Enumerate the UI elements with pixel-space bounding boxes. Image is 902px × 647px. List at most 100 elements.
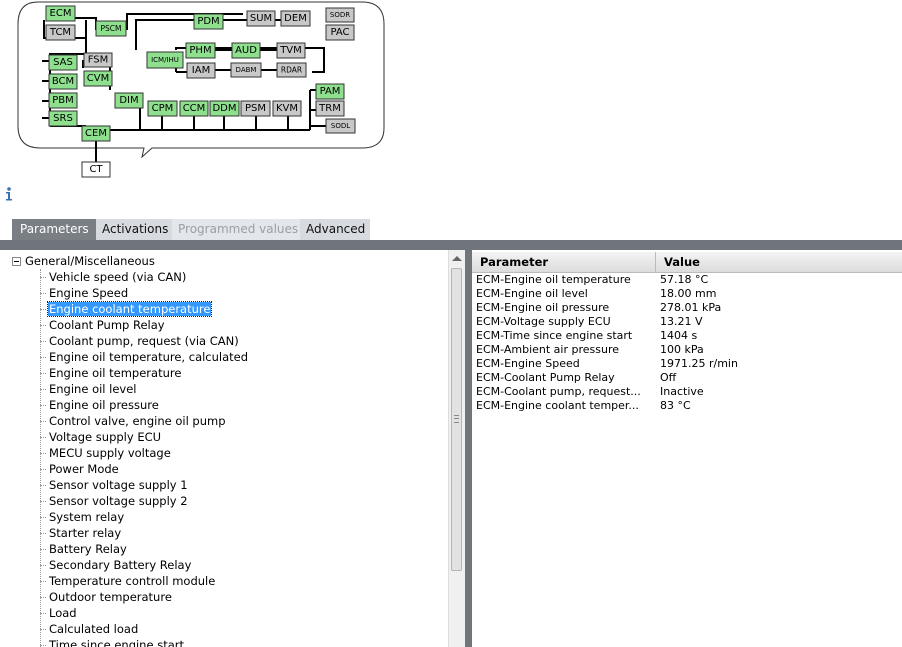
node-cpm[interactable]: CPM: [147, 100, 178, 117]
node-ct[interactable]: CT: [81, 161, 111, 178]
node-sum[interactable]: SUM: [246, 10, 276, 27]
node-tvm[interactable]: TVM: [276, 42, 306, 59]
tree-item[interactable]: Engine oil temperature: [40, 365, 182, 381]
node-cvm[interactable]: CVM: [83, 70, 113, 87]
svg-text:PDM: PDM: [197, 16, 219, 27]
scrollbar-thumb[interactable]: [451, 268, 462, 571]
tree-item[interactable]: Outdoor temperature: [40, 589, 173, 605]
panel-splitter[interactable]: [465, 250, 472, 647]
tab-activations[interactable]: Activations: [96, 219, 172, 240]
scroll-up-arrow-icon[interactable]: [452, 256, 462, 261]
node-sodl[interactable]: SODL: [325, 118, 356, 134]
tree-item[interactable]: System relay: [40, 509, 125, 525]
tree-item[interactable]: Coolant Pump Relay: [40, 317, 166, 333]
table-row[interactable]: ECM-Ambient air pressure 100 kPa: [472, 343, 902, 357]
table-row[interactable]: ECM-Voltage supply ECU 13.21 V: [472, 315, 902, 329]
node-rdar[interactable]: RDAR: [276, 62, 307, 78]
node-ccm[interactable]: CCM: [179, 100, 209, 117]
node-srs[interactable]: SRS: [48, 110, 78, 127]
tree-item[interactable]: Sensor voltage supply 1: [40, 477, 189, 493]
node-dabm[interactable]: DABM: [230, 62, 262, 78]
column-header-parameter[interactable]: Parameter: [472, 252, 656, 272]
cell-value: 57.18 °C: [660, 273, 709, 286]
cell-parameter: ECM-Engine coolant temper...: [476, 399, 639, 412]
cell-parameter: ECM-Coolant Pump Relay: [476, 371, 615, 384]
node-ddm[interactable]: DDM: [209, 100, 240, 117]
tree-item[interactable]: Control valve, engine oil pump: [40, 413, 227, 429]
tree-root-node[interactable]: General/Miscellaneous: [12, 253, 155, 269]
tree-item[interactable]: MECU supply voltage: [40, 445, 172, 461]
node-sodr[interactable]: SODR: [325, 7, 355, 23]
table-row[interactable]: ECM-Coolant pump, request... Inactive: [472, 385, 902, 399]
collapse-icon[interactable]: [12, 257, 21, 266]
table-row[interactable]: ECM-Time since engine start 1404 s: [472, 329, 902, 343]
tree-item-label: Control valve, engine oil pump: [49, 414, 226, 428]
table-row[interactable]: ECM-Engine Speed 1971.25 r/min: [472, 357, 902, 371]
info-icon[interactable]: [2, 186, 16, 202]
node-pam[interactable]: PAM: [315, 83, 345, 100]
tree-item-label: Battery Relay: [49, 542, 127, 556]
tab-programmed-values-label: Programmed values: [178, 222, 299, 236]
tree-item-label: Load: [49, 606, 77, 620]
node-kvm[interactable]: KVM: [272, 100, 302, 117]
node-trm[interactable]: TRM: [315, 100, 345, 117]
parameter-tree[interactable]: General/Miscellaneous Vehicle speed (via…: [0, 250, 466, 647]
node-dim[interactable]: DIM: [114, 92, 144, 109]
table-row[interactable]: ECM-Engine oil pressure 278.01 kPa: [472, 301, 902, 315]
node-fsm[interactable]: FSM: [83, 52, 113, 68]
node-tcm[interactable]: TCM: [45, 24, 76, 41]
node-pbm[interactable]: PBM: [48, 92, 78, 109]
svg-text:SUM: SUM: [250, 13, 272, 24]
node-pdm[interactable]: PDM: [193, 13, 224, 30]
node-ecm[interactable]: ECM: [45, 5, 76, 22]
tree-item[interactable]: Engine oil temperature, calculated: [40, 349, 249, 365]
node-sas[interactable]: SAS: [48, 54, 78, 71]
svg-text:CEM: CEM: [85, 128, 107, 139]
tree-item[interactable]: Starter relay: [40, 525, 122, 541]
tree-item[interactable]: Engine oil level: [40, 381, 138, 397]
tree-connector: [40, 533, 46, 534]
table-row[interactable]: ECM-Engine oil temperature 57.18 °C: [472, 273, 902, 287]
tree-connector: [40, 293, 46, 294]
svg-text:SODL: SODL: [331, 122, 350, 130]
tree-item[interactable]: Voltage supply ECU: [40, 429, 162, 445]
node-cem[interactable]: CEM: [81, 125, 111, 142]
tree-item[interactable]: Calculated load: [40, 621, 139, 637]
node-pscm[interactable]: PSCM: [95, 20, 127, 37]
node-icm-ihu[interactable]: ICM/IHU: [146, 51, 184, 69]
tree-item[interactable]: Engine Speed: [40, 285, 129, 301]
tree-item[interactable]: Coolant pump, request (via CAN): [40, 333, 240, 349]
tree-item[interactable]: Vehicle speed (via CAN): [40, 269, 187, 285]
tab-advanced-label: Advanced: [306, 222, 366, 236]
tree-item[interactable]: Time since engine start: [40, 637, 185, 647]
node-pac[interactable]: PAC: [325, 24, 355, 41]
node-aud[interactable]: AUD: [231, 42, 261, 59]
tree-item-label: Temperature controll module: [49, 574, 216, 588]
table-row[interactable]: ECM-Engine coolant temper... 83 °C: [472, 399, 902, 413]
cell-parameter: ECM-Engine oil temperature: [476, 273, 631, 286]
node-iam[interactable]: IAM: [186, 62, 216, 79]
tree-item[interactable]: Power Mode: [40, 461, 120, 477]
tree-item[interactable]: Load: [40, 605, 78, 621]
node-psm[interactable]: PSM: [240, 100, 271, 117]
tree-item[interactable]: Engine oil pressure: [40, 397, 160, 413]
svg-text:ICM/IHU: ICM/IHU: [151, 56, 179, 64]
tree-item[interactable]: Secondary Battery Relay: [40, 557, 192, 573]
table-row[interactable]: ECM-Coolant Pump Relay Off: [472, 371, 902, 385]
node-dem[interactable]: DEM: [280, 10, 311, 27]
svg-text:PAC: PAC: [330, 27, 349, 38]
column-header-value[interactable]: Value: [656, 252, 902, 272]
tab-advanced[interactable]: Advanced: [300, 219, 370, 240]
tree-scrollbar[interactable]: [448, 250, 465, 647]
table-row[interactable]: ECM-Engine oil level 18.00 mm: [472, 287, 902, 301]
tab-parameters[interactable]: Parameters: [12, 219, 96, 240]
cell-value: 100 kPa: [660, 343, 704, 356]
tree-connector: [40, 341, 46, 342]
node-bcm[interactable]: BCM: [48, 73, 78, 90]
tree-item-label: Engine oil temperature, calculated: [49, 350, 249, 364]
tree-item[interactable]: Sensor voltage supply 2: [40, 493, 189, 509]
tree-item[interactable]: Battery Relay: [40, 541, 128, 557]
node-phm[interactable]: PHM: [185, 42, 216, 59]
tree-item[interactable]: Temperature controll module: [40, 573, 216, 589]
tree-item[interactable]: Engine coolant temperature: [40, 301, 213, 317]
